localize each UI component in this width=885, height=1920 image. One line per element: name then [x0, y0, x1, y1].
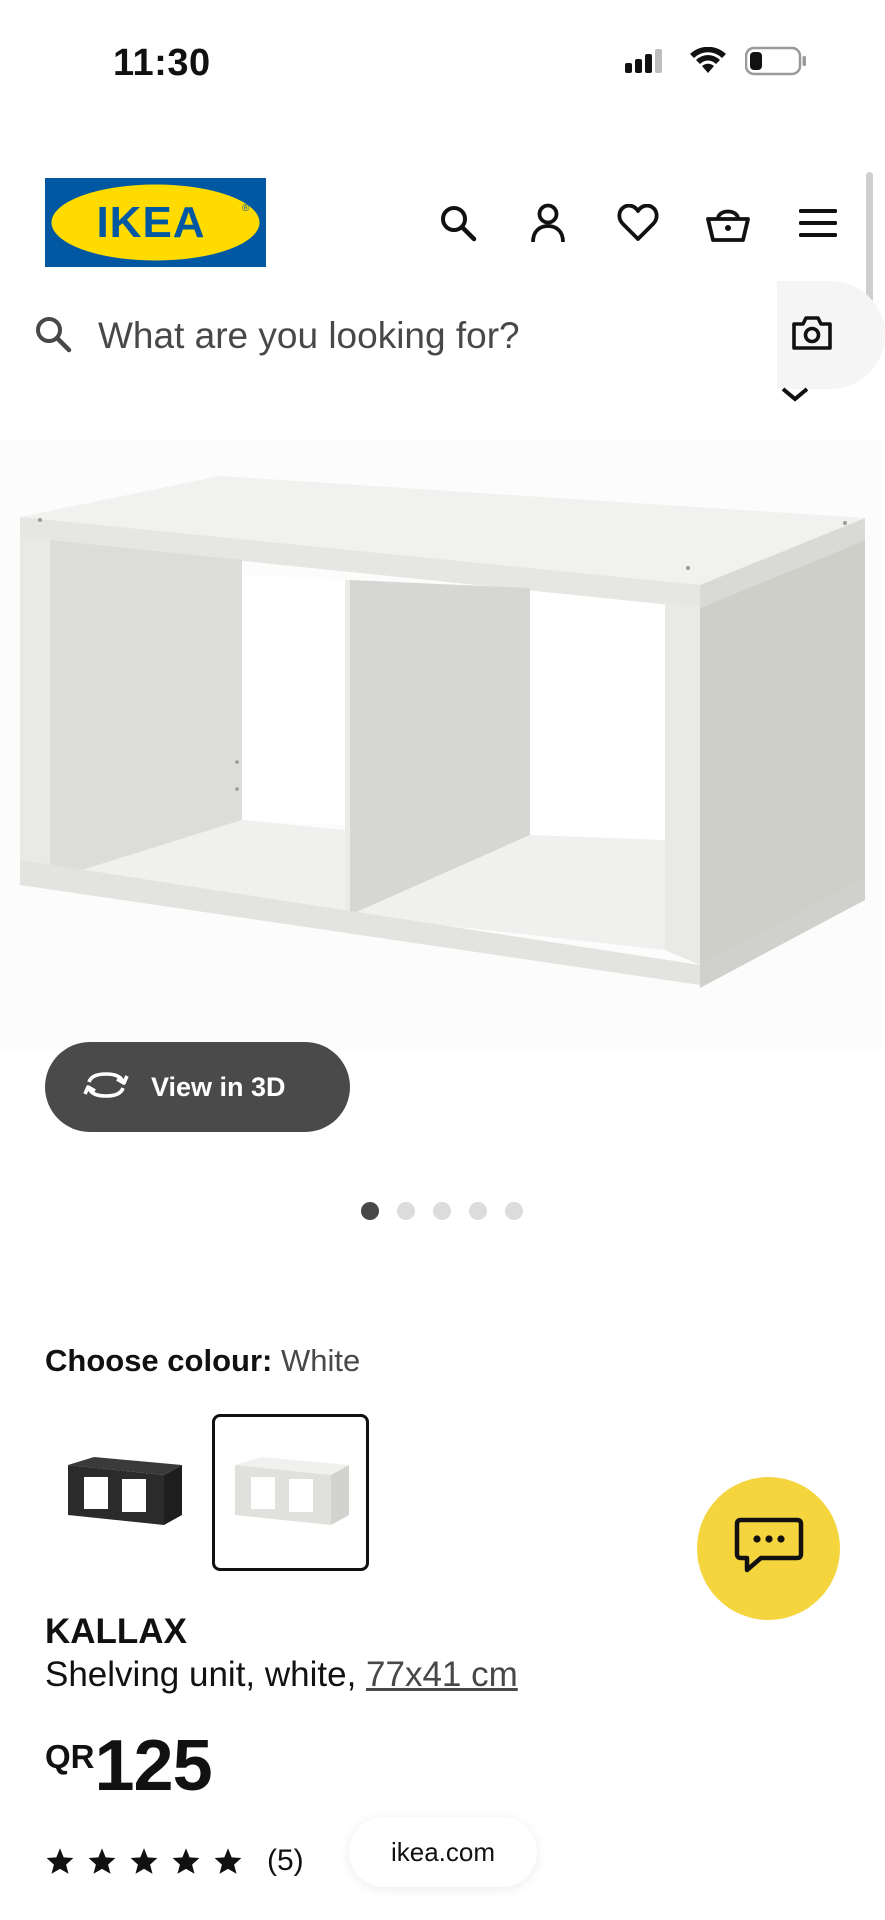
view-in-3d-button[interactable]: View in 3D [45, 1042, 350, 1132]
search-icon[interactable] [433, 198, 483, 248]
product-size-link[interactable]: 77x41 cm [366, 1655, 518, 1694]
search-bar [0, 290, 775, 382]
price-currency: QR [45, 1738, 95, 1775]
basket-icon[interactable] [703, 198, 753, 248]
product-price: QR 125 [45, 1726, 213, 1806]
star-icon [214, 1848, 242, 1874]
product-rating[interactable]: (5) [45, 1844, 304, 1878]
chat-bubble-icon [733, 1516, 805, 1581]
colour-chooser-label: Choose colour: White [45, 1343, 360, 1379]
search-input[interactable] [98, 308, 758, 364]
menu-icon[interactable] [793, 198, 843, 248]
colour-label-title: Choose colour: [45, 1343, 273, 1378]
carousel-dots [361, 1202, 523, 1220]
account-icon[interactable] [523, 198, 573, 248]
visual-search-button[interactable] [777, 281, 885, 389]
browser-url-bar[interactable]: ikea.com [349, 1817, 537, 1887]
chat-button[interactable] [697, 1477, 840, 1620]
url-text: ikea.com [390, 1836, 496, 1867]
carousel-dot-1[interactable] [361, 1202, 379, 1220]
camera-icon [791, 315, 833, 356]
rotate-3d-icon [83, 1070, 129, 1105]
site-header: IKEA ® [0, 178, 885, 268]
colour-option-black-brown[interactable] [45, 1414, 202, 1571]
status-time: 11:30 [113, 42, 211, 84]
wifi-icon [689, 46, 727, 80]
rating-stars [45, 1847, 243, 1875]
cellular-signal-icon [625, 47, 671, 80]
product-description-text: Shelving unit, white, [45, 1655, 367, 1694]
product-image[interactable] [0, 440, 885, 1050]
star-icon [172, 1848, 200, 1874]
rating-count: (5) [267, 1844, 304, 1877]
header-nav [433, 198, 843, 248]
carousel-dot-4[interactable] [469, 1202, 487, 1220]
status-icons [625, 46, 807, 81]
product-description: Shelving unit, white, 77x41 cm [45, 1655, 518, 1695]
colour-selected-value: White [280, 1343, 361, 1378]
heart-icon[interactable] [613, 198, 663, 248]
star-icon [46, 1848, 74, 1874]
price-value: 125 [94, 1726, 213, 1806]
view-in-3d-label: View in 3D [151, 1071, 286, 1102]
star-icon [88, 1848, 116, 1874]
carousel-dot-5[interactable] [505, 1202, 523, 1220]
star-icon [130, 1848, 158, 1874]
ikea-logo[interactable]: IKEA ® [45, 178, 266, 267]
carousel-dot-3[interactable] [433, 1202, 451, 1220]
carousel-dot-2[interactable] [397, 1202, 415, 1220]
chevron-down-icon [780, 386, 810, 407]
colour-option-white[interactable] [212, 1414, 369, 1571]
search-icon [33, 314, 73, 359]
battery-icon [744, 46, 807, 81]
product-name: KALLAX [45, 1612, 187, 1651]
svg-text:®: ® [242, 203, 250, 214]
status-bar: 11:30 [0, 0, 885, 130]
svg-text:IKEA: IKEA [96, 198, 205, 247]
